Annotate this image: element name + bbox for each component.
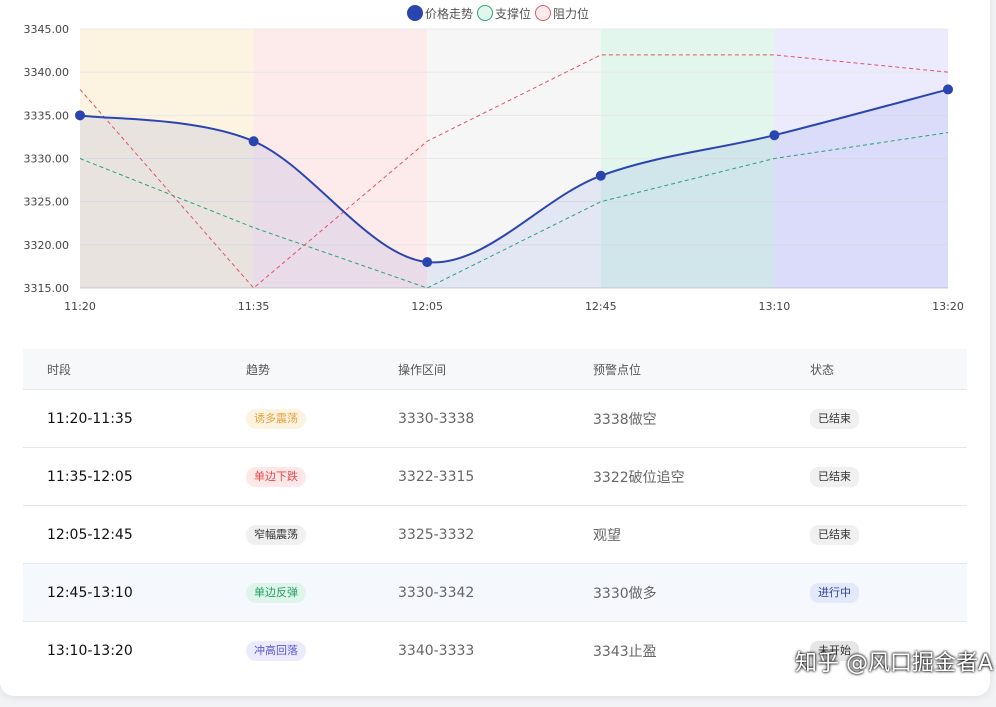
y-tick-label: 3345.00	[24, 23, 70, 36]
cell-period: 12:45-13:10	[47, 584, 133, 601]
header-trend: 趋势	[246, 362, 271, 377]
header-alert: 预警点位	[593, 362, 642, 377]
cell-trend: 单边下跌	[222, 466, 398, 487]
table-row[interactable]: 11:35-12:05 单边下跌 3322-3315 3322破位追空 已结束	[23, 448, 967, 506]
table-row-active[interactable]: 12:45-13:10 单边反弹 3330-3342 3330做多 进行中	[23, 564, 967, 622]
x-tick-label: 12:45	[585, 300, 617, 313]
cell-status: 已结束	[810, 524, 967, 545]
x-tick-label: 11:20	[64, 300, 96, 313]
cell-period: 11:35-12:05	[47, 468, 133, 485]
cell-trend: 冲高回落	[222, 640, 398, 661]
x-tick-label: 12:05	[411, 300, 443, 313]
cell-status: 进行中	[810, 582, 967, 603]
y-tick-label: 3335.00	[24, 109, 70, 122]
price-point	[422, 257, 433, 268]
cell-range: 3330-3338	[398, 410, 475, 427]
x-tick-label: 13:10	[759, 300, 791, 313]
y-tick-label: 3315.00	[24, 282, 70, 295]
cell-alert: 观望	[593, 527, 621, 544]
trend-badge: 冲高回落	[246, 640, 306, 661]
header-status: 状态	[810, 362, 835, 377]
status-badge: 进行中	[810, 582, 859, 603]
cell-range: 3325-3332	[398, 526, 475, 543]
header-range: 操作区间	[398, 362, 447, 377]
y-tick-label: 3330.00	[24, 153, 70, 166]
x-tick-label: 13:20	[932, 300, 964, 313]
watermark: 知乎 @风口掘金者A	[795, 651, 994, 676]
price-point	[75, 110, 85, 121]
y-tick-label: 3325.00	[24, 196, 70, 209]
price-point	[595, 170, 606, 181]
trend-badge: 单边下跌	[246, 466, 306, 487]
cell-range: 3322-3315	[398, 468, 475, 485]
cell-period: 11:20-11:35	[47, 410, 133, 427]
cell-alert: 3330做多	[593, 585, 657, 602]
cell-range: 3330-3342	[398, 584, 475, 601]
header-period: 时段	[47, 362, 72, 377]
y-tick-label: 3340.00	[24, 66, 70, 79]
trend-badge: 诱多震荡	[246, 408, 306, 429]
table-row[interactable]: 12:05-12:45 窄幅震荡 3325-3332 观望 已结束	[23, 506, 967, 564]
price-point	[769, 130, 780, 141]
cell-alert: 3322破位追空	[593, 469, 685, 486]
schedule-table: 时段 趋势 操作区间 预警点位 状态 11:20-11:35 诱多震荡 3330…	[23, 349, 967, 679]
table-header: 时段 趋势 操作区间 预警点位 状态	[23, 349, 967, 390]
cell-trend: 诱多震荡	[222, 408, 398, 429]
y-tick-label: 3320.00	[24, 239, 70, 252]
price-point	[943, 84, 953, 95]
x-tick-label: 11:35	[238, 300, 270, 313]
trend-badge: 单边反弹	[246, 582, 306, 603]
cell-alert: 3338做空	[593, 411, 657, 428]
cell-status: 已结束	[810, 466, 967, 487]
cell-status: 已结束	[810, 408, 967, 429]
price-chart: 3345.00 3340.00 3335.00 3330.00 3325.00 3320.…	[24, 23, 964, 313]
trend-badge: 窄幅震荡	[246, 524, 306, 545]
cell-period: 12:05-12:45	[47, 526, 133, 543]
status-badge: 已结束	[810, 466, 859, 487]
cell-range: 3340-3333	[398, 642, 475, 659]
cell-trend: 窄幅震荡	[222, 524, 398, 545]
status-badge: 已结束	[810, 524, 859, 545]
cell-trend: 单边反弹	[222, 582, 398, 603]
price-point	[248, 136, 259, 147]
table-row[interactable]: 11:20-11:35 诱多震荡 3330-3338 3338做空 已结束	[23, 390, 967, 448]
cell-period: 13:10-13:20	[47, 642, 133, 659]
cell-alert: 3343止盈	[593, 643, 657, 660]
status-badge: 已结束	[810, 408, 859, 429]
